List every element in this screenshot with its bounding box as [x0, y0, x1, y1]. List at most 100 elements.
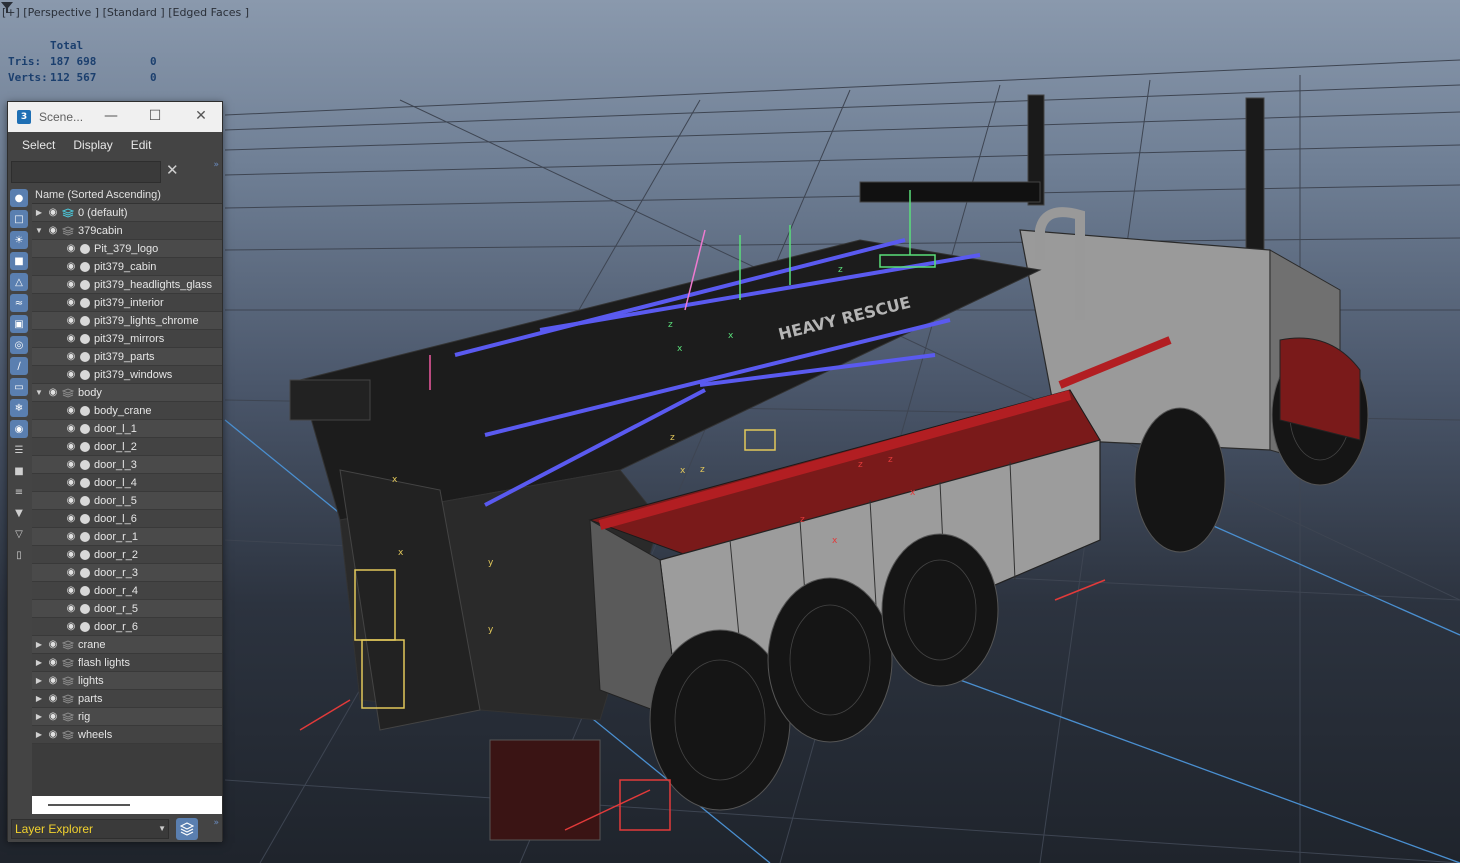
- visibility-eye-icon[interactable]: ◉: [64, 279, 78, 290]
- visibility-eye-icon[interactable]: ◉: [64, 243, 78, 254]
- layer-tree[interactable]: Name (Sorted Ascending) ▶ ◉ 0 (default) ▼ ◉ 3…: [32, 186, 222, 796]
- frozen-icon[interactable]: ❄: [10, 399, 28, 417]
- object-row[interactable]: ◉ door_r_3: [32, 564, 222, 582]
- xref-icon[interactable]: ◎: [10, 336, 28, 354]
- visibility-eye-icon[interactable]: ◉: [64, 477, 78, 488]
- layer-row[interactable]: ▶ ◉ lights: [32, 672, 222, 690]
- object-row[interactable]: ◉ door_l_6: [32, 510, 222, 528]
- layer-icon[interactable]: [62, 711, 74, 722]
- layer-row[interactable]: ▶ ◉ wheels: [32, 726, 222, 744]
- bone-icon[interactable]: ∕: [10, 357, 28, 375]
- group-icon[interactable]: ▣: [10, 315, 28, 333]
- visibility-eye-icon[interactable]: ◉: [46, 693, 60, 704]
- camera-icon[interactable]: ■: [10, 252, 28, 270]
- visibility-eye-icon[interactable]: ◉: [64, 513, 78, 524]
- list-lines-icon[interactable]: ≡: [10, 483, 28, 501]
- scrollbar-thumb[interactable]: [48, 804, 130, 806]
- layer-row[interactable]: ▶ ◉ rig: [32, 708, 222, 726]
- expand-arrow-icon[interactable]: ▶: [32, 712, 46, 721]
- object-row[interactable]: ◉ body_crane: [32, 402, 222, 420]
- object-row[interactable]: ◉ door_l_2: [32, 438, 222, 456]
- filter-edit-icon[interactable]: ▼: [10, 504, 28, 522]
- visibility-eye-icon[interactable]: ◉: [64, 351, 78, 362]
- visibility-eye-icon[interactable]: ◉: [64, 603, 78, 614]
- expand-arrow-icon[interactable]: ▶: [32, 640, 46, 649]
- expand-arrow-icon[interactable]: ▶: [32, 694, 46, 703]
- expand-arrow-icon[interactable]: ▶: [32, 676, 46, 685]
- visibility-eye-icon[interactable]: ◉: [64, 621, 78, 632]
- layer-row[interactable]: ▶ ◉ 0 (default): [32, 204, 222, 222]
- expand-chevron-icon[interactable]: »: [213, 160, 219, 170]
- object-row[interactable]: ◉ pit379_lights_chrome: [32, 312, 222, 330]
- layer-row[interactable]: ▶ ◉ parts: [32, 690, 222, 708]
- object-row[interactable]: ◉ door_r_5: [32, 600, 222, 618]
- collapse-arrow-icon[interactable]: ▼: [32, 388, 46, 397]
- layer-row[interactable]: ▼ ◉ body: [32, 384, 222, 402]
- layer-icon[interactable]: [62, 729, 74, 740]
- visibility-eye-icon[interactable]: ◉: [64, 459, 78, 470]
- visibility-eye-icon[interactable]: ◉: [46, 675, 60, 686]
- visibility-eye-icon[interactable]: ◉: [46, 207, 60, 218]
- object-row[interactable]: ◉ pit379_cabin: [32, 258, 222, 276]
- object-row[interactable]: ◉ pit379_parts: [32, 348, 222, 366]
- layer-icon[interactable]: [62, 675, 74, 686]
- minimize-icon[interactable]: —: [96, 102, 126, 132]
- object-row[interactable]: ◉ pit379_headlights_glass: [32, 276, 222, 294]
- visibility-eye-icon[interactable]: ◉: [64, 369, 78, 380]
- horizontal-scrollbar[interactable]: [32, 796, 222, 814]
- active-layer-icon[interactable]: [62, 207, 74, 218]
- scene-explorer-window[interactable]: 3 Scene... — ☐ ✕ Select Display Edit ✕ »…: [7, 101, 223, 842]
- visibility-eye-icon[interactable]: ◉: [64, 441, 78, 452]
- visibility-eye-icon[interactable]: ◉: [64, 567, 78, 578]
- expand-arrow-icon[interactable]: ▶: [32, 208, 46, 217]
- clear-search-icon[interactable]: ✕: [166, 161, 179, 179]
- spacewarp-icon[interactable]: ≈: [10, 294, 28, 312]
- object-row[interactable]: ◉ door_l_1: [32, 420, 222, 438]
- visibility-eye-icon[interactable]: ◉: [46, 225, 60, 236]
- explorer-mode-dropdown[interactable]: Layer Explorer ▼: [11, 819, 169, 839]
- object-row[interactable]: ◉ door_l_3: [32, 456, 222, 474]
- list-icon[interactable]: ☰: [10, 441, 28, 459]
- visibility-eye-icon[interactable]: ◉: [46, 387, 60, 398]
- object-row[interactable]: ◉ pit379_mirrors: [32, 330, 222, 348]
- collapse-arrow-icon[interactable]: ▼: [32, 226, 46, 235]
- menu-select[interactable]: Select: [22, 138, 55, 152]
- display-all-icon[interactable]: ●: [10, 189, 28, 207]
- layer-row[interactable]: ▼ ◉ 379cabin: [32, 222, 222, 240]
- object-row[interactable]: ◉ door_r_4: [32, 582, 222, 600]
- visibility-eye-icon[interactable]: ◉: [64, 261, 78, 272]
- list-solid-icon[interactable]: ■: [10, 462, 28, 480]
- geometry-icon[interactable]: □: [10, 210, 28, 228]
- object-row[interactable]: ◉ pit379_interior: [32, 294, 222, 312]
- object-row[interactable]: ◉ door_r_2: [32, 546, 222, 564]
- visibility-eye-icon[interactable]: ◉: [64, 423, 78, 434]
- object-row[interactable]: ◉ pit379_windows: [32, 366, 222, 384]
- viewport-label[interactable]: [+] [Perspective ] [Standard ] [Edged Fa…: [2, 6, 249, 19]
- object-row[interactable]: ◉ door_r_1: [32, 528, 222, 546]
- object-row[interactable]: ◉ door_l_4: [32, 474, 222, 492]
- object-row[interactable]: ◉ door_l_5: [32, 492, 222, 510]
- visibility-eye-icon[interactable]: ◉: [64, 315, 78, 326]
- layers-icon[interactable]: [176, 818, 198, 840]
- layer-row[interactable]: ▶ ◉ crane: [32, 636, 222, 654]
- object-row[interactable]: ◉ Pit_379_logo: [32, 240, 222, 258]
- select-icon[interactable]: ▯: [10, 546, 28, 564]
- bottom-chevron-icon[interactable]: »: [213, 818, 219, 828]
- search-input[interactable]: [11, 161, 161, 183]
- menu-display[interactable]: Display: [73, 138, 112, 152]
- visibility-eye-icon[interactable]: ◉: [64, 585, 78, 596]
- menu-edit[interactable]: Edit: [131, 138, 152, 152]
- maximize-icon[interactable]: ☐: [140, 102, 170, 132]
- layer-icon[interactable]: [62, 639, 74, 650]
- visibility-eye-icon[interactable]: ◉: [46, 711, 60, 722]
- window-titlebar[interactable]: 3 Scene... — ☐ ✕: [8, 102, 222, 132]
- filter-icon[interactable]: [0, 0, 14, 14]
- container-icon[interactable]: ▭: [10, 378, 28, 396]
- visibility-eye-icon[interactable]: ◉: [64, 297, 78, 308]
- expand-arrow-icon[interactable]: ▶: [32, 730, 46, 739]
- visibility-eye-icon[interactable]: ◉: [64, 549, 78, 560]
- filter-icon[interactable]: ▽: [10, 525, 28, 543]
- helper-icon[interactable]: △: [10, 273, 28, 291]
- object-row[interactable]: ◉ door_r_6: [32, 618, 222, 636]
- visibility-eye-icon[interactable]: ◉: [64, 405, 78, 416]
